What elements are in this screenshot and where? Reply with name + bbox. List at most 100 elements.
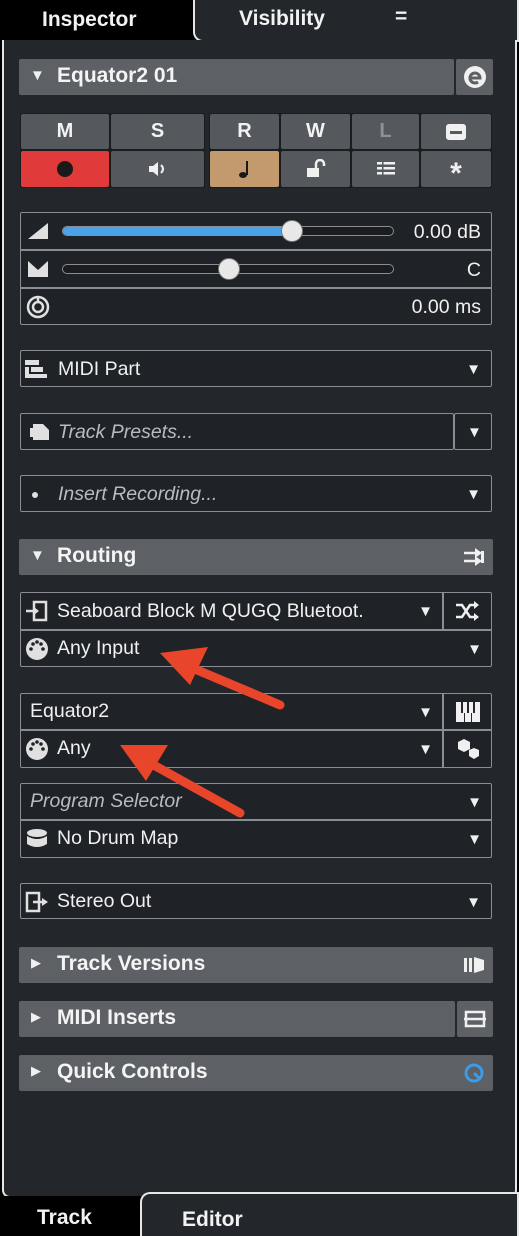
expand-triangle-icon: ▶ (31, 1009, 41, 1024)
asterisk-icon: * (450, 157, 462, 190)
routing-section-header[interactable]: ▼ Routing (19, 539, 493, 575)
midi-output-label: Equator2 (30, 700, 110, 722)
drum-map-label: No Drum Map (57, 827, 179, 849)
track-header[interactable]: ▼ Equator2 01 (19, 59, 454, 95)
insert-recording-icon (32, 485, 48, 505)
pan-value: C (466, 259, 481, 281)
midi-part-icon (25, 360, 47, 378)
pan-slider[interactable] (62, 258, 394, 280)
musical-mode-button[interactable] (210, 151, 279, 187)
lane-icon (446, 123, 466, 140)
mute-button[interactable]: M (21, 114, 109, 149)
audio-output-label: Stereo Out (57, 890, 152, 912)
midi-port-icon (26, 738, 48, 760)
solo-label: S (150, 120, 165, 142)
program-selector[interactable]: Program Selector ▼ (21, 784, 491, 819)
delay-value: 0.00 ms (411, 296, 481, 318)
record-icon (57, 161, 73, 177)
lock-l-button[interactable]: L (352, 114, 419, 149)
midi-part-label: MIDI Part (58, 358, 141, 380)
instrument-settings-button[interactable] (444, 731, 491, 767)
input-icon (26, 600, 48, 622)
audio-output-selector[interactable]: Stereo Out ▼ (20, 883, 492, 919)
track-presets-selector[interactable]: Track Presets... (20, 413, 454, 450)
speaker-icon (148, 162, 164, 176)
quick-controls-section-header[interactable]: ▶ Quick Controls (19, 1055, 493, 1091)
track-versions-section-header[interactable]: ▶ Track Versions (19, 947, 493, 983)
lanes-view-button[interactable] (352, 151, 419, 187)
midi-port-icon (26, 638, 48, 660)
dropdown-arrow-icon: ▼ (466, 361, 481, 378)
dropdown-arrow-icon: ▼ (467, 641, 482, 658)
write-automation-button[interactable]: W (281, 114, 350, 149)
volume-knob[interactable] (281, 220, 304, 242)
dropdown-arrow-icon: ▼ (467, 831, 482, 848)
panel-top-edge (2, 40, 4, 50)
menu-icon[interactable]: = (395, 5, 407, 29)
inspector-tab[interactable]: Inspector (0, 0, 193, 40)
midi-input-selector[interactable]: Seaboard Block M QUGQ Bluetoot. ▼ (21, 593, 442, 629)
output-icon (25, 891, 48, 913)
editor-tab-label: Editor (182, 1208, 243, 1231)
dropdown-arrow-icon: ▼ (466, 894, 481, 911)
pan-knob[interactable] (218, 258, 240, 280)
asterisk-button[interactable]: * (421, 151, 491, 190)
drum-map-selector[interactable]: No Drum Map ▼ (21, 821, 491, 857)
inspector-tab-label: Inspector (42, 8, 137, 31)
dropdown-arrow-icon: ▼ (466, 486, 481, 503)
midi-inserts-bypass-button[interactable] (457, 1001, 493, 1037)
routing-title: Routing (57, 544, 137, 567)
e-icon (464, 66, 486, 88)
hexagon-cluster-icon (458, 739, 479, 759)
note-icon (238, 161, 248, 178)
unlock-icon (306, 159, 325, 177)
track-presets-label: Track Presets... (58, 421, 194, 443)
midi-channel-label: Any Input (57, 637, 140, 659)
visibility-tab[interactable]: Visibility = (193, 0, 519, 42)
dropdown-arrow-icon: ▼ (418, 603, 433, 620)
monitor-button[interactable] (111, 151, 204, 187)
expand-triangle-icon: ▶ (31, 955, 41, 970)
shuffle-button[interactable] (444, 593, 491, 629)
volume-slider[interactable] (62, 220, 394, 242)
collapse-triangle-icon: ▼ (30, 67, 45, 84)
expand-triangle-icon: ▶ (31, 1063, 41, 1078)
insert-bypass-icon (464, 1010, 486, 1028)
read-label: R (237, 120, 252, 142)
insert-recording-label: Insert Recording... (58, 483, 218, 505)
quick-controls-title: Quick Controls (57, 1060, 208, 1083)
presets-icon (30, 424, 49, 440)
output-channel-label: Any (57, 737, 91, 759)
track-tab[interactable]: Track (0, 1196, 142, 1236)
write-label: W (306, 120, 325, 142)
annotation-arrow (160, 647, 285, 710)
editor-tab[interactable]: Editor (140, 1192, 519, 1236)
record-enable-button[interactable] (21, 151, 109, 187)
list-icon (376, 162, 395, 175)
volume-fill (63, 227, 293, 235)
dropdown-arrow-icon: ▼ (418, 704, 433, 721)
insert-recording-selector[interactable]: Insert Recording... ▼ (20, 475, 492, 512)
delay-icon (26, 295, 50, 319)
dropdown-arrow-icon: ▼ (467, 424, 482, 441)
keyboard-icon (456, 702, 480, 722)
edit-instrument-button[interactable] (456, 59, 493, 95)
pan-icon (28, 261, 48, 277)
dropdown-arrow-icon: ▼ (467, 794, 482, 811)
quick-controls-icon (464, 1063, 484, 1083)
track-versions-icon (464, 957, 484, 973)
midi-part-selector[interactable]: MIDI Part ▼ (20, 350, 492, 387)
lock-button[interactable] (281, 151, 350, 187)
solo-button[interactable]: S (111, 114, 204, 149)
read-automation-button[interactable]: R (210, 114, 279, 149)
drum-icon (27, 829, 47, 847)
routing-icon (464, 548, 484, 566)
mute-label: M (56, 120, 74, 142)
track-tab-label: Track (37, 1206, 92, 1229)
instrument-editor-button[interactable] (444, 694, 491, 729)
lane-button[interactable] (421, 114, 491, 149)
track-presets-dropdown-button[interactable]: ▼ (454, 413, 492, 450)
annotation-arrow (120, 745, 245, 818)
l-label: L (379, 120, 392, 142)
midi-inserts-section-header[interactable]: ▶ MIDI Inserts (19, 1001, 455, 1037)
